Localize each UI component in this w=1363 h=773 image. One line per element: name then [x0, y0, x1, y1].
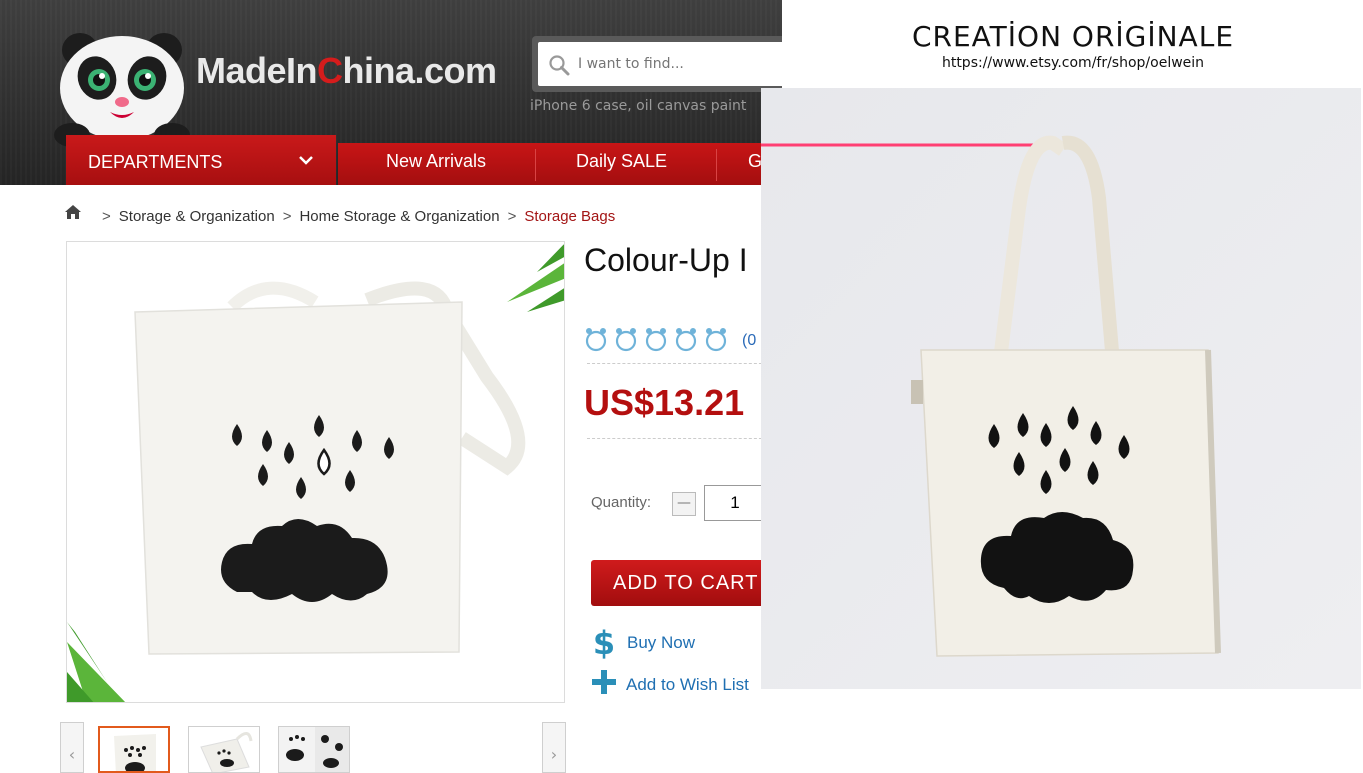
- divider: [587, 438, 767, 439]
- product-price: US$13.21: [584, 382, 745, 423]
- divider: [587, 363, 767, 364]
- overlay-caption: CREATİON ORİGİNALE https://www.etsy.com/…: [782, 0, 1363, 90]
- nav-new-arrivals[interactable]: New Arrivals: [386, 151, 486, 172]
- breadcrumb-home-storage[interactable]: Home Storage & Organization: [299, 208, 499, 225]
- thumbnail-2[interactable]: [188, 726, 260, 773]
- hot-searches[interactable]: iPhone 6 case, oil canvas paint: [530, 98, 746, 114]
- original-tote-photo: [761, 88, 1361, 689]
- thumbnail-strip: ‹ ›: [60, 722, 570, 773]
- breadcrumb-storage[interactable]: Storage & Organization: [119, 208, 275, 225]
- svg-text:$: $: [593, 626, 615, 660]
- home-icon[interactable]: [64, 204, 82, 220]
- nav-bar: New Arrivals Daily SALE G: [338, 143, 782, 185]
- site-header: MadeInChina.com iPhone 6 case, oil canva…: [0, 0, 782, 185]
- quantity-input[interactable]: [704, 485, 766, 521]
- review-count[interactable]: (0: [742, 332, 756, 350]
- thumbnail-1[interactable]: [98, 726, 170, 773]
- search-icon[interactable]: [548, 54, 570, 76]
- thumbnail-3[interactable]: [278, 726, 350, 773]
- arrow-left-icon[interactable]: ‹: [60, 722, 84, 773]
- add-to-cart-button[interactable]: ADD TO CART: [591, 560, 771, 606]
- site-brand[interactable]: MadeInChina.com: [196, 50, 497, 92]
- search-box: [532, 36, 782, 92]
- overlay-url: https://www.etsy.com/fr/shop/oelwein: [941, 55, 1205, 71]
- nav-item-g[interactable]: G: [748, 151, 762, 172]
- plus-icon: [592, 670, 616, 694]
- departments-label: DEPARTMENTS: [88, 152, 223, 172]
- wishlist-label: Add to Wish List: [626, 675, 749, 694]
- chevron-down-icon: [299, 156, 313, 165]
- nav-divider: [535, 149, 536, 181]
- overlay-title: CREATİON ORİGİNALE: [911, 20, 1235, 53]
- paw-icon: [585, 328, 727, 352]
- product-main-image[interactable]: [66, 241, 565, 703]
- breadcrumb-current[interactable]: Storage Bags: [524, 208, 615, 225]
- breadcrumb-separator: >: [507, 207, 517, 225]
- quantity-decrease-button[interactable]: —: [672, 492, 696, 516]
- departments-menu[interactable]: DEPARTMENTS: [66, 135, 336, 185]
- search-input[interactable]: [576, 50, 776, 78]
- nav-daily-sale[interactable]: Daily SALE: [576, 151, 667, 172]
- breadcrumb-separator: >: [102, 207, 111, 225]
- breadcrumb: > Storage & Organization > Home Storage & O…: [64, 204, 615, 226]
- arrow-right-icon[interactable]: ›: [542, 722, 566, 773]
- rating-stars[interactable]: (0: [584, 326, 756, 354]
- breadcrumb-separator: >: [282, 207, 292, 225]
- nav-divider: [716, 149, 717, 181]
- main-nav: DEPARTMENTS New Arrivals Daily SALE G: [66, 135, 782, 185]
- add-to-wishlist-link[interactable]: Add to Wish List: [592, 670, 749, 700]
- buy-now-link[interactable]: $ Buy Now: [592, 624, 695, 662]
- panda-mascot-logo[interactable]: [52, 20, 192, 150]
- tote-bag-image: [67, 242, 564, 702]
- buy-now-label: Buy Now: [627, 633, 696, 652]
- product-title: Colour-Up I: [584, 242, 748, 278]
- quantity-label: Quantity:: [591, 494, 652, 511]
- dollar-icon: $: [593, 624, 615, 662]
